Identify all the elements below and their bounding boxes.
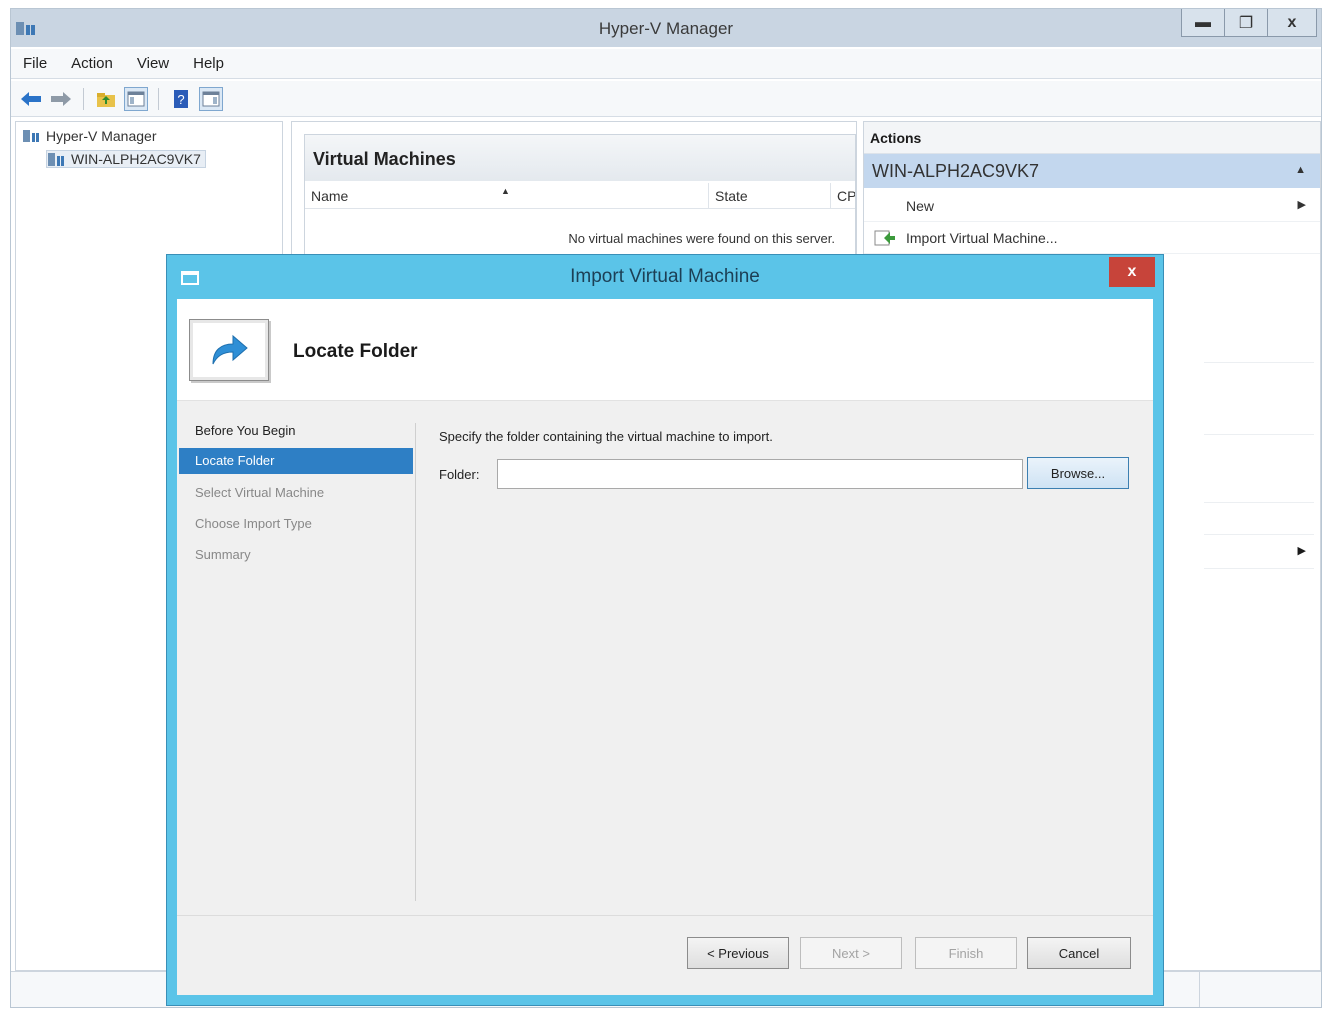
title-bar[interactable]: Hyper-V Manager ▬ ❐ x: [11, 9, 1321, 47]
menu-action[interactable]: Action: [71, 55, 113, 72]
status-segment: [1199, 972, 1323, 1007]
help-button[interactable]: ?: [169, 87, 193, 111]
tree-root-label: Hyper-V Manager: [46, 128, 157, 144]
column-cpu[interactable]: CP: [831, 183, 855, 208]
cancel-button[interactable]: Cancel: [1027, 937, 1131, 969]
dialog-body: Locate Folder Before You Begin Locate Fo…: [177, 299, 1153, 995]
actions-section-server[interactable]: WIN-ALPH2AC9VK7 ▲: [864, 154, 1320, 188]
dialog-close-button[interactable]: x: [1109, 257, 1155, 287]
maximize-button[interactable]: ❐: [1224, 9, 1268, 37]
folder-up-icon: [97, 92, 115, 107]
window-title: Hyper-V Manager: [598, 19, 734, 38]
vm-column-headers: Name ▲ State CP: [305, 183, 855, 209]
empty-list-message: No virtual machines were found on this s…: [568, 231, 835, 246]
step-summary[interactable]: Summary: [177, 539, 413, 570]
action-import-virtual-machine[interactable]: Import Virtual Machine...: [864, 222, 1320, 254]
minimize-button[interactable]: ▬: [1181, 9, 1225, 37]
tree-item-server[interactable]: WIN-ALPH2AC9VK7: [46, 150, 206, 168]
folder-input[interactable]: [497, 459, 1023, 489]
next-button[interactable]: Next >: [800, 937, 902, 969]
import-virtual-machine-dialog: Import Virtual Machine x Locate Folder B…: [166, 254, 1164, 1006]
action-new-label: New: [906, 198, 935, 214]
step-select-virtual-machine[interactable]: Select Virtual Machine: [177, 477, 413, 508]
column-name-label: Name: [311, 188, 349, 204]
back-button[interactable]: [19, 87, 43, 111]
forward-button[interactable]: [49, 87, 73, 111]
forward-arrow-icon: [51, 91, 71, 106]
menu-help[interactable]: Help: [193, 55, 224, 72]
dialog-title-bar[interactable]: Import Virtual Machine x: [167, 255, 1163, 299]
back-arrow-icon: [21, 91, 41, 106]
import-icon: [874, 230, 895, 246]
server-icon: [48, 153, 64, 166]
collapse-caret-icon[interactable]: ▲: [1295, 164, 1306, 176]
menu-view[interactable]: View: [137, 55, 169, 72]
instruction-text: Specify the folder containing the virtua…: [439, 429, 773, 444]
column-state-label: State: [715, 188, 748, 204]
show-hide-action-pane-button[interactable]: [199, 86, 223, 111]
folder-label: Folder:: [439, 467, 480, 482]
steps-divider: [415, 423, 416, 901]
tree-item-hyper-v-manager[interactable]: Hyper-V Manager: [22, 128, 157, 144]
step-locate-folder[interactable]: Locate Folder: [179, 448, 413, 474]
step-before-you-begin[interactable]: Before You Begin: [177, 415, 413, 446]
wizard-steps: Before You Begin Locate Folder Select Vi…: [177, 415, 413, 570]
svg-text:?: ?: [177, 92, 184, 107]
toolbar-separator: [83, 87, 84, 110]
actions-title: Actions: [864, 122, 1320, 154]
tree-server-label: WIN-ALPH2AC9VK7: [71, 151, 201, 167]
up-folder-button[interactable]: [94, 87, 118, 111]
footer-divider: [177, 915, 1153, 916]
column-state[interactable]: State: [709, 183, 831, 208]
window-controls: ▬ ❐ x: [1181, 9, 1317, 39]
show-hide-console-tree-button[interactable]: [124, 86, 148, 111]
toolbar-separator: [158, 87, 159, 110]
virtual-machines-title: Virtual Machines: [305, 135, 855, 181]
column-name[interactable]: Name ▲: [305, 183, 709, 208]
finish-button[interactable]: Finish: [915, 937, 1017, 969]
submenu-arrow-icon: ▶: [1297, 545, 1306, 557]
virtual-machines-panel: Virtual Machines Name ▲ State CP No virt…: [304, 134, 856, 274]
wizard-header: Locate Folder: [177, 299, 1153, 401]
action-row-divider: [1204, 502, 1314, 503]
actions-section-label: WIN-ALPH2AC9VK7: [872, 161, 1040, 181]
step-choose-import-type[interactable]: Choose Import Type: [177, 508, 413, 539]
action-row-divider: [1204, 534, 1314, 535]
hyper-v-manager-icon: [23, 130, 39, 142]
menu-bar: File Action View Help: [11, 49, 1321, 79]
sort-ascending-icon: ▲: [501, 186, 510, 196]
browse-button[interactable]: Browse...: [1027, 457, 1129, 489]
wizard-page-title: Locate Folder: [293, 341, 418, 362]
action-new[interactable]: New ▶: [864, 190, 1320, 222]
previous-button[interactable]: < Previous: [687, 937, 789, 969]
dialog-title: Import Virtual Machine: [570, 266, 760, 287]
action-import-label: Import Virtual Machine...: [906, 230, 1058, 246]
column-cpu-label: CP: [837, 188, 855, 204]
console-tree-icon: [127, 91, 145, 106]
action-pane-icon: [202, 91, 220, 106]
action-row-divider: [1204, 434, 1314, 435]
submenu-arrow-icon: ▶: [1297, 199, 1306, 211]
close-button[interactable]: x: [1267, 9, 1317, 37]
help-book-icon: ?: [174, 89, 188, 108]
action-row-divider: [1204, 362, 1314, 363]
menu-file[interactable]: File: [23, 55, 47, 72]
wizard-arrow-icon: [189, 319, 269, 381]
toolbar: ?: [11, 81, 1321, 117]
action-row-divider: [1204, 568, 1314, 569]
